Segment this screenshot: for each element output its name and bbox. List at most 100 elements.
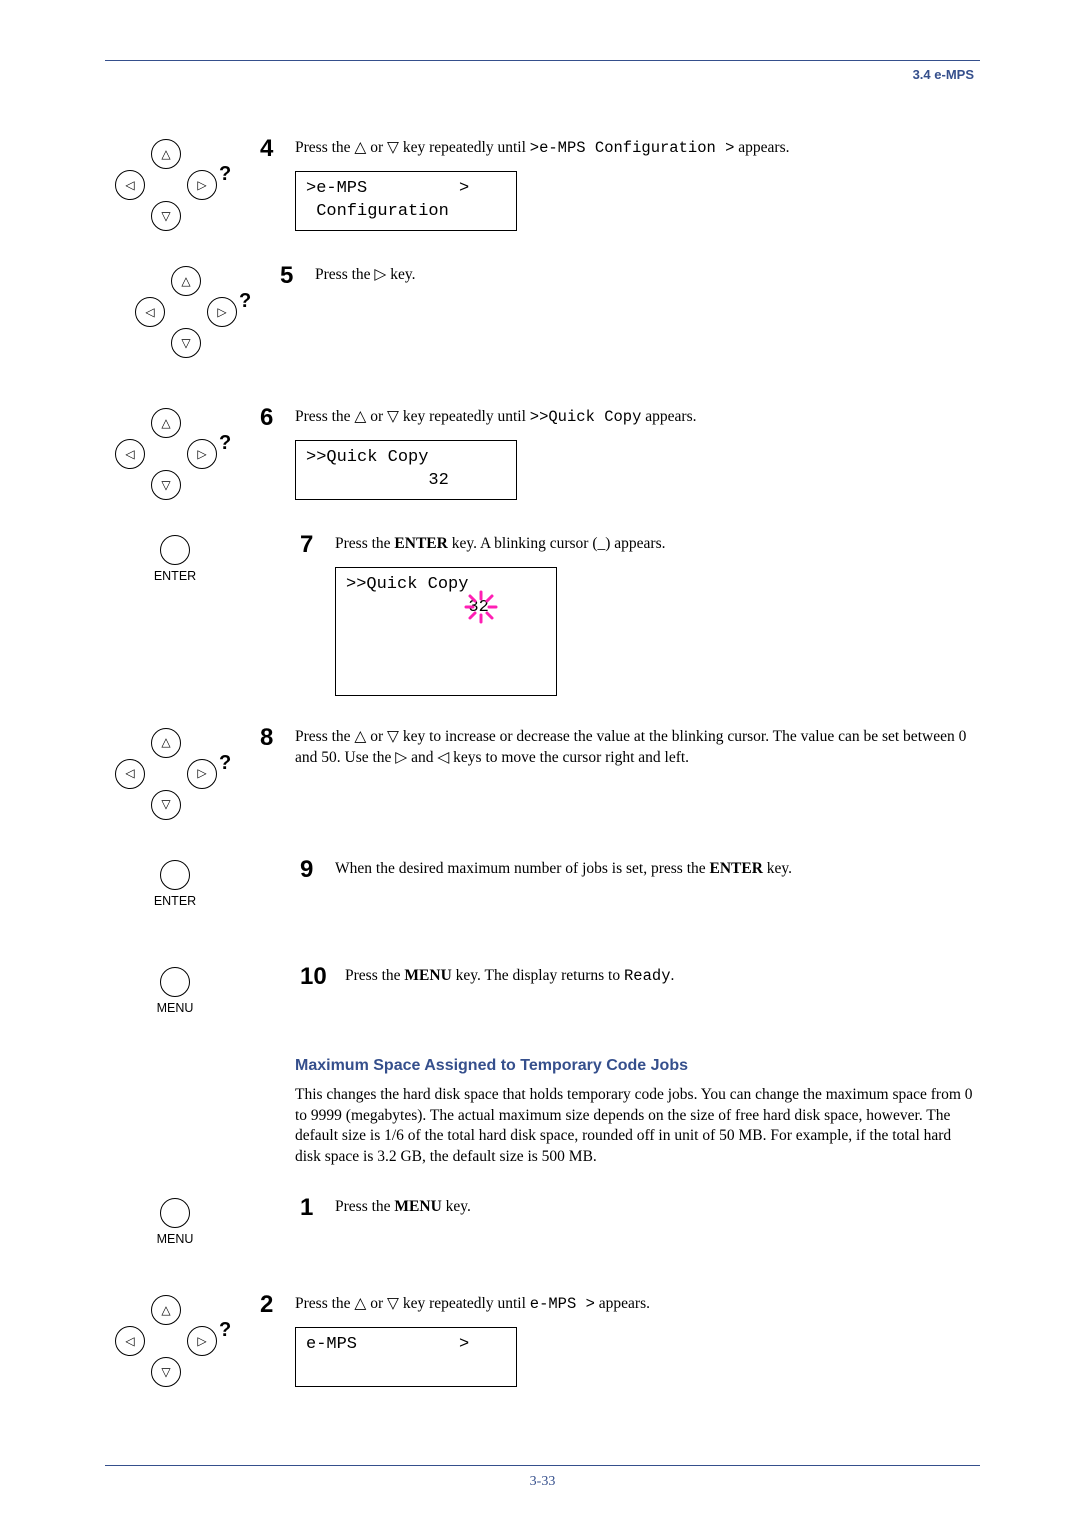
right-key-icon <box>187 1326 217 1356</box>
step-number: 1 <box>300 1196 335 1220</box>
t-bold: MENU <box>394 1198 441 1215</box>
left-key-icon <box>115 759 145 789</box>
icon-navpad: ? <box>105 1293 260 1390</box>
t: appears. <box>595 1295 650 1312</box>
right-key-icon <box>187 170 217 200</box>
t: Press the <box>335 535 394 552</box>
step-text: Press the ENTER key. A blinking cursor (… <box>335 533 980 696</box>
header-section: 3.4 e-MPS <box>105 67 980 82</box>
t: key. <box>442 1198 471 1215</box>
nav-dpad-icon: ? <box>105 408 225 503</box>
t: When the desired maximum number of jobs … <box>335 860 710 877</box>
nav-dpad-icon: ? <box>105 1295 225 1390</box>
code: e-MPS > <box>530 1295 595 1313</box>
t: appears. <box>734 139 789 156</box>
content: ? 4 Press the △ or ▽ key repeatedly unti… <box>105 137 980 1390</box>
help-icon: ? <box>219 1319 231 1342</box>
step-row: ? 5 Press the ▷ key. <box>105 264 980 361</box>
step-row: MENU 10 Press the MENU key. The display … <box>105 965 980 1027</box>
lcd-line: >>Quick Copy <box>306 448 428 467</box>
section-body: This changes the hard disk space that ho… <box>295 1085 980 1169</box>
t: Press the <box>295 1295 354 1312</box>
down-key-icon <box>171 328 201 358</box>
step-number: 9 <box>300 858 335 882</box>
down-glyph: ▽ <box>387 728 399 745</box>
lcd-line: >>Quick Copy <box>346 575 468 594</box>
t: appears. <box>641 408 696 425</box>
page-number: 3-33 <box>105 1474 980 1490</box>
step-text: Press the △ or ▽ key repeatedly until >>… <box>295 406 980 500</box>
step-row: ? 4 Press the △ or ▽ key repeatedly unti… <box>105 137 980 234</box>
up-glyph: △ <box>354 139 366 156</box>
step-text: Press the MENU key. <box>335 1196 980 1218</box>
t-bold: MENU <box>404 967 451 984</box>
icon-menu: MENU <box>105 965 300 1027</box>
step-number: 6 <box>260 406 295 430</box>
up-glyph: △ <box>354 408 366 425</box>
key-label: MENU <box>157 1001 194 1015</box>
down-key-icon <box>151 201 181 231</box>
t: key. A blinking cursor (_) appears. <box>448 535 666 552</box>
help-icon: ? <box>219 163 231 186</box>
help-icon: ? <box>239 290 251 313</box>
step-row: ? 6 Press the △ or ▽ key repeatedly unti… <box>105 406 980 503</box>
t: key repeatedly until <box>399 408 530 425</box>
step-row: ? 8 Press the △ or ▽ key to increase or … <box>105 726 980 823</box>
round-key-icon <box>160 1198 190 1228</box>
icon-navpad: ? <box>105 264 280 361</box>
footer-rule <box>105 1465 980 1466</box>
down-key-icon <box>151 790 181 820</box>
step-row: ? 2 Press the △ or ▽ key repeatedly unti… <box>105 1293 980 1390</box>
lcd-line: >e-MPS > <box>306 179 469 198</box>
down-key-icon <box>151 470 181 500</box>
up-key-icon <box>151 139 181 169</box>
icon-menu: MENU <box>105 1196 300 1258</box>
round-key-icon <box>160 860 190 890</box>
step-row: ENTER 9 When the desired maximum number … <box>105 858 980 920</box>
t: key. <box>763 860 792 877</box>
down-glyph: ▽ <box>387 1295 399 1312</box>
up-key-icon <box>151 1295 181 1325</box>
down-glyph: ▽ <box>387 139 399 156</box>
right-glyph: ▷ <box>374 266 386 283</box>
step-text: Press the △ or ▽ key to increase or decr… <box>295 726 980 769</box>
step-number: 10 <box>300 965 345 989</box>
left-key-icon <box>135 297 165 327</box>
down-glyph: ▽ <box>387 408 399 425</box>
icon-navpad: ? <box>105 726 260 823</box>
lcd-line: 32 <box>346 597 546 620</box>
step-number: 2 <box>260 1293 295 1317</box>
key-label: ENTER <box>154 894 196 908</box>
t: Press the <box>345 967 404 984</box>
icon-enter: ENTER <box>105 533 300 595</box>
step-text: Press the MENU key. The display returns … <box>345 965 980 987</box>
code: >>Quick Copy <box>530 408 642 426</box>
t: Press the <box>315 266 374 283</box>
t: . <box>671 967 675 984</box>
code: Ready <box>624 967 671 985</box>
step-text: Press the ▷ key. <box>315 264 980 286</box>
t: key repeatedly until <box>399 1295 530 1312</box>
right-key-icon <box>187 439 217 469</box>
step-row: MENU 1 Press the MENU key. <box>105 1196 980 1258</box>
t-bold: ENTER <box>394 535 447 552</box>
step-row: ENTER 7 Press the ENTER key. A blinking … <box>105 533 980 696</box>
t: key. <box>386 266 415 283</box>
step-number: 7 <box>300 533 335 557</box>
key-label: ENTER <box>154 569 196 583</box>
up-key-icon <box>171 266 201 296</box>
right-key-icon <box>187 759 217 789</box>
icon-navpad: ? <box>105 406 260 503</box>
left-key-icon <box>115 439 145 469</box>
t: Press the <box>295 408 354 425</box>
step-number: 8 <box>260 726 295 750</box>
round-key-icon <box>160 535 190 565</box>
lcd-display: >e-MPS > Configuration <box>295 171 517 231</box>
enter-key-icon: ENTER <box>145 535 205 595</box>
lcd-line <box>306 1357 506 1380</box>
key-label: MENU <box>157 1232 194 1246</box>
lcd-display: >>Quick Copy 32 <box>295 440 517 500</box>
left-glyph: ◁ <box>437 749 449 766</box>
up-glyph: △ <box>354 1295 366 1312</box>
code: >e-MPS Configuration > <box>530 139 735 157</box>
